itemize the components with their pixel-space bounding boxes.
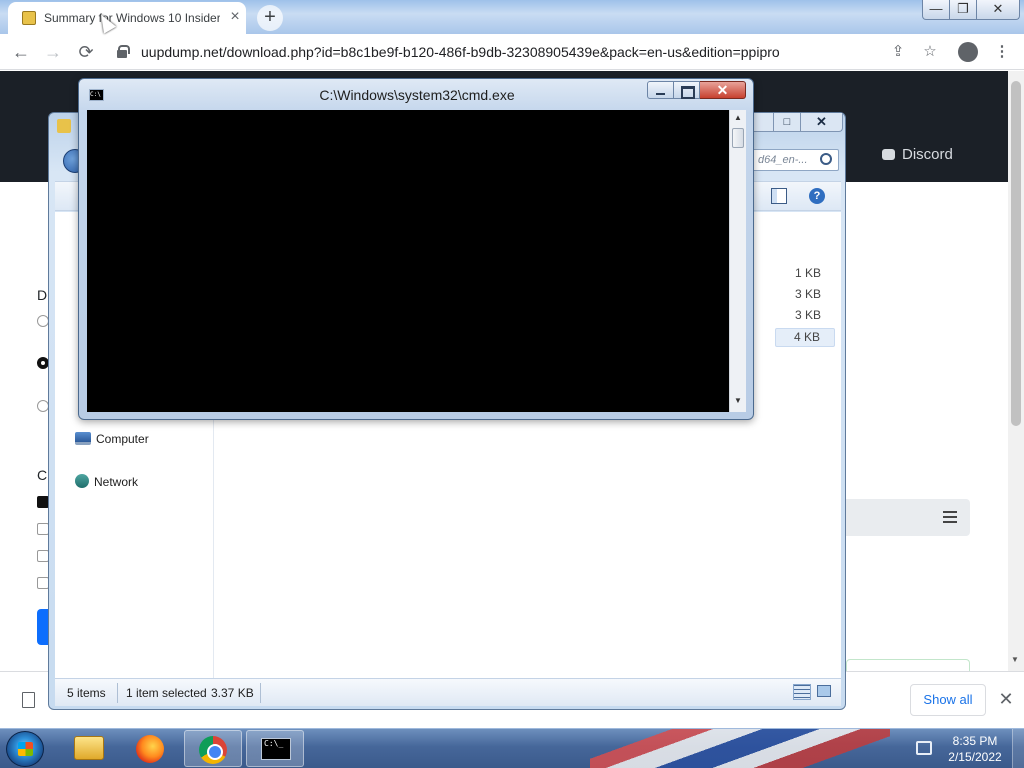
details-view-icon[interactable]: [793, 684, 811, 700]
page-scrollbar-thumb[interactable]: [1011, 81, 1021, 426]
favicon-icon: [22, 11, 36, 25]
scrollbar-thumb[interactable]: [732, 128, 744, 148]
file-explorer-icon: [74, 736, 104, 760]
page-list-button[interactable]: [846, 499, 970, 536]
status-size: 3.37 KB: [211, 686, 254, 700]
console-output-area[interactable]: [87, 110, 729, 412]
reload-button[interactable]: ⟳: [74, 40, 98, 64]
window-close-button[interactable]: ✕: [976, 0, 1020, 20]
chrome-icon: [199, 736, 227, 764]
search-placeholder: d64_en-...: [758, 154, 808, 166]
file-size[interactable]: 1 KB: [775, 266, 835, 280]
browser-menu-icon[interactable]: ⋮: [992, 42, 1012, 62]
help-icon[interactable]: ?: [809, 188, 825, 204]
bookmark-star-icon[interactable]: ☆: [920, 42, 940, 62]
status-item-count: 5 items: [67, 686, 106, 700]
window-minimize-button[interactable]: —: [922, 0, 950, 20]
taskbar: C:\_ 8:35 PM 2/15/2022: [0, 728, 1024, 768]
computer-icon: [75, 432, 91, 445]
cmd-icon[interactable]: C:\: [89, 89, 104, 101]
large-icons-view-icon[interactable]: [817, 685, 831, 697]
page-text-fragment: D: [37, 287, 48, 303]
tab-close-button[interactable]: ×: [226, 8, 244, 26]
status-separator: [117, 683, 118, 703]
tab-title: Summary for Windows 10 Insider Preview: [44, 11, 220, 25]
windows-logo-icon: [18, 742, 33, 756]
scroll-up-arrow[interactable]: ▲: [734, 113, 742, 122]
window-restore-button[interactable]: ❐: [949, 0, 977, 20]
nav-item-network[interactable]: Network: [75, 474, 138, 489]
nav-item-computer[interactable]: Computer: [75, 432, 149, 446]
tab-strip: Summary for Windows 10 Insider Preview ×…: [0, 0, 1024, 34]
download-bar-close-button[interactable]: ✕: [996, 687, 1016, 711]
taskbar-explorer-button[interactable]: [60, 730, 118, 767]
cmd-icon: C:\_: [261, 738, 291, 760]
search-input[interactable]: d64_en-...: [751, 149, 839, 171]
file-size[interactable]: 3 KB: [775, 308, 835, 322]
browser-tab[interactable]: Summary for Windows 10 Insider Preview ×: [8, 2, 246, 34]
nav-item-label: Network: [94, 475, 139, 489]
browser-toolbar: ← → ⟳ uupdump.net/download.php?id=b8c1be…: [0, 34, 1024, 70]
cmd-scrollbar[interactable]: ▲ ▼: [729, 110, 746, 412]
cmd-window: C:\ C:\Windows\system32\cmd.exe ✕ ▲ ▼: [78, 78, 754, 420]
explorer-close-button[interactable]: ✕: [800, 113, 843, 132]
search-icon[interactable]: [820, 153, 832, 165]
page-scrollbar[interactable]: ▼: [1008, 71, 1024, 671]
cmd-minimize-button[interactable]: [647, 81, 674, 99]
network-tray-icon[interactable]: [916, 741, 932, 755]
cmd-close-button[interactable]: ✕: [700, 81, 746, 99]
show-desktop-button[interactable]: [1012, 729, 1024, 768]
show-all-button[interactable]: Show all: [910, 684, 986, 716]
discord-link[interactable]: Discord: [882, 146, 953, 163]
page-text-fragment: C: [37, 467, 48, 483]
preview-pane-icon[interactable]: [771, 188, 787, 204]
page-alert-box: [846, 659, 970, 671]
taskbar-cmd-button[interactable]: C:\_: [246, 730, 304, 767]
clock-date[interactable]: 2/15/2022: [940, 750, 1010, 764]
share-icon[interactable]: ⇪: [888, 42, 908, 62]
status-selection: 1 item selected: [126, 686, 207, 700]
clock-time[interactable]: 8:35 PM: [940, 734, 1010, 748]
forward-button[interactable]: →: [41, 40, 65, 64]
new-tab-button[interactable]: +: [257, 5, 283, 31]
file-size-selected[interactable]: 4 KB: [775, 328, 835, 347]
page-scroll-down-arrow[interactable]: ▼: [1011, 655, 1019, 664]
explorer-status-bar: 5 items 1 item selected 3.37 KB: [55, 678, 841, 706]
explorer-maximize-button[interactable]: □: [773, 113, 801, 132]
list-icon: [943, 511, 957, 523]
network-icon: [75, 474, 89, 488]
cmd-maximize-button[interactable]: [674, 81, 700, 99]
discord-label: Discord: [902, 146, 953, 163]
taskbar-chrome-button[interactable]: [184, 730, 242, 767]
taskbar-firefox-button[interactable]: [122, 730, 180, 767]
folder-icon: [57, 119, 71, 133]
lock-icon[interactable]: [117, 45, 130, 58]
discord-icon: [882, 149, 895, 160]
file-icon[interactable]: [22, 692, 35, 708]
start-button[interactable]: [6, 731, 44, 767]
profile-avatar-icon[interactable]: [958, 42, 978, 62]
back-button[interactable]: ←: [9, 40, 33, 64]
scroll-down-arrow[interactable]: ▼: [734, 396, 742, 405]
address-bar[interactable]: uupdump.net/download.php?id=b8c1be9f-b12…: [141, 44, 780, 60]
file-size[interactable]: 3 KB: [775, 287, 835, 301]
cmd-title: C:\Windows\system32\cmd.exe: [319, 87, 515, 103]
firefox-icon: [136, 735, 164, 763]
wallpaper-fragment: [590, 729, 890, 768]
nav-item-label: Computer: [96, 432, 149, 446]
status-separator: [260, 683, 261, 703]
